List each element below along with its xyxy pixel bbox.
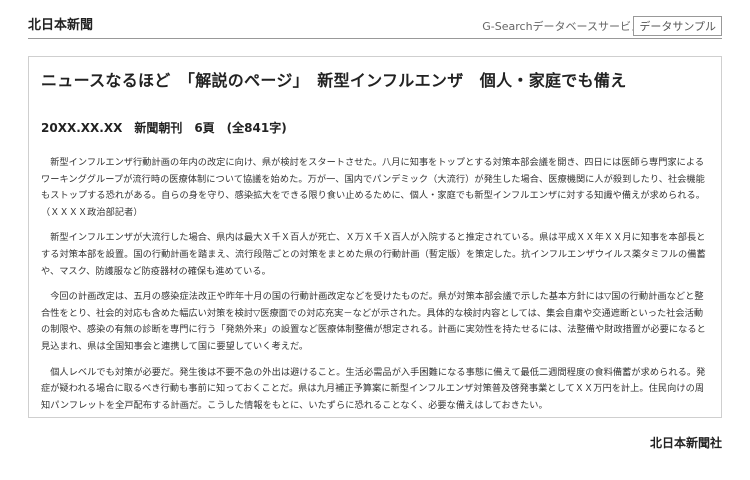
page-header: 北日本新聞 G-Searchデータベースサービス データサンプル [28, 12, 722, 36]
article-meta: 20XX.XX.XX 新聞朝刊 6頁 (全841字) [41, 121, 287, 135]
service-name: G-Searchデータベースサービス [482, 20, 642, 33]
article-paragraph: 個人レベルでも対策が必要だ。発生後は不要不急の外出は避けること。生活必需品が入手… [41, 366, 706, 411]
article-title: ニュースなるほど 「解説のページ」 新型インフルエンザ 個人・家庭でも備え [41, 71, 627, 90]
publisher-name: 北日本新聞社 [649, 436, 722, 450]
data-sample-badge: データサンプル [633, 16, 722, 36]
article-paragraph: 新型インフルエンザが大流行した場合、県内は最大Ｘ千Ｘ百人が死亡、Ｘ万Ｘ千Ｘ百人が… [41, 232, 706, 277]
article-paragraph: 今回の計画改定は、五月の感染症法改正や昨年十月の国の行動計画改定などを受けたもの… [41, 291, 706, 352]
article-paragraph: 新型インフルエンザ行動計画の年内の改定に向け、県が検討をスタートさせた。八月に知… [41, 157, 710, 218]
article-box: ニュースなるほど 「解説のページ」 新型インフルエンザ 個人・家庭でも備え 20… [28, 56, 722, 418]
header-divider [28, 38, 722, 39]
article-body: 新型インフルエンザ行動計画の年内の改定に向け、県が検討をスタートさせた。八月に知… [41, 155, 711, 423]
brand-name: 北日本新聞 [28, 18, 94, 33]
